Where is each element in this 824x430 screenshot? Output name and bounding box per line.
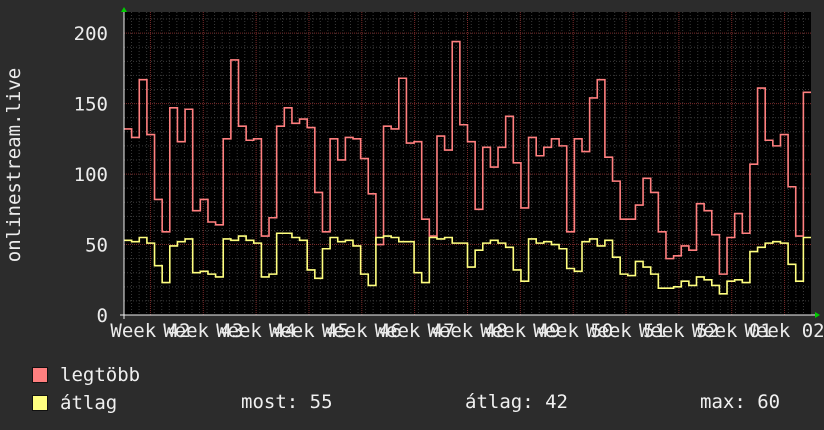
stat-now-label: most: — [241, 391, 299, 413]
stat-now: most: 55 — [241, 391, 333, 413]
y-tick-label: 150 — [74, 94, 108, 116]
y-tick-label: 100 — [74, 164, 108, 186]
legend-swatch-avg — [32, 395, 48, 411]
plot-background — [124, 12, 811, 315]
legend-item-max: legtöbb — [32, 364, 141, 386]
stat-avg-value: 42 — [545, 391, 568, 413]
stat-max-value: 60 — [757, 391, 781, 413]
y-tick-label: 200 — [74, 23, 108, 45]
x-tick-label: Week 02 — [745, 320, 824, 342]
legend-label-avg: átlag — [60, 392, 118, 414]
y-axis-ticks: 0 50 100 150 200 — [74, 23, 108, 327]
y-axis-arrow — [121, 7, 127, 12]
y-axis-label: onlinestream.live — [3, 68, 25, 262]
x-axis-ticks: Week 42Week 43Week 44Week 45Week 46Week … — [110, 320, 824, 342]
stat-max-label: max: — [700, 391, 746, 413]
graph-panel: 0 50 100 150 200 Week 42 Week 43 Week 44 Week 4… — [0, 0, 824, 430]
stat-avg: átlag: 42 — [465, 391, 568, 413]
y-tick-label: 50 — [85, 235, 108, 257]
legend-label-max: legtöbb — [60, 364, 141, 386]
legend-swatch-max — [32, 367, 48, 383]
stat-now-value: 55 — [309, 391, 333, 413]
legend-item-avg: átlag — [32, 392, 118, 414]
stat-max: max: 60 — [700, 391, 780, 413]
line-chart: 0 50 100 150 200 Week 42Week 43Week 44Week 4… — [3, 7, 824, 342]
stat-avg-label: átlag: — [465, 391, 534, 413]
y-tick-label: 0 — [97, 305, 108, 327]
x-axis-arrow — [815, 312, 820, 318]
